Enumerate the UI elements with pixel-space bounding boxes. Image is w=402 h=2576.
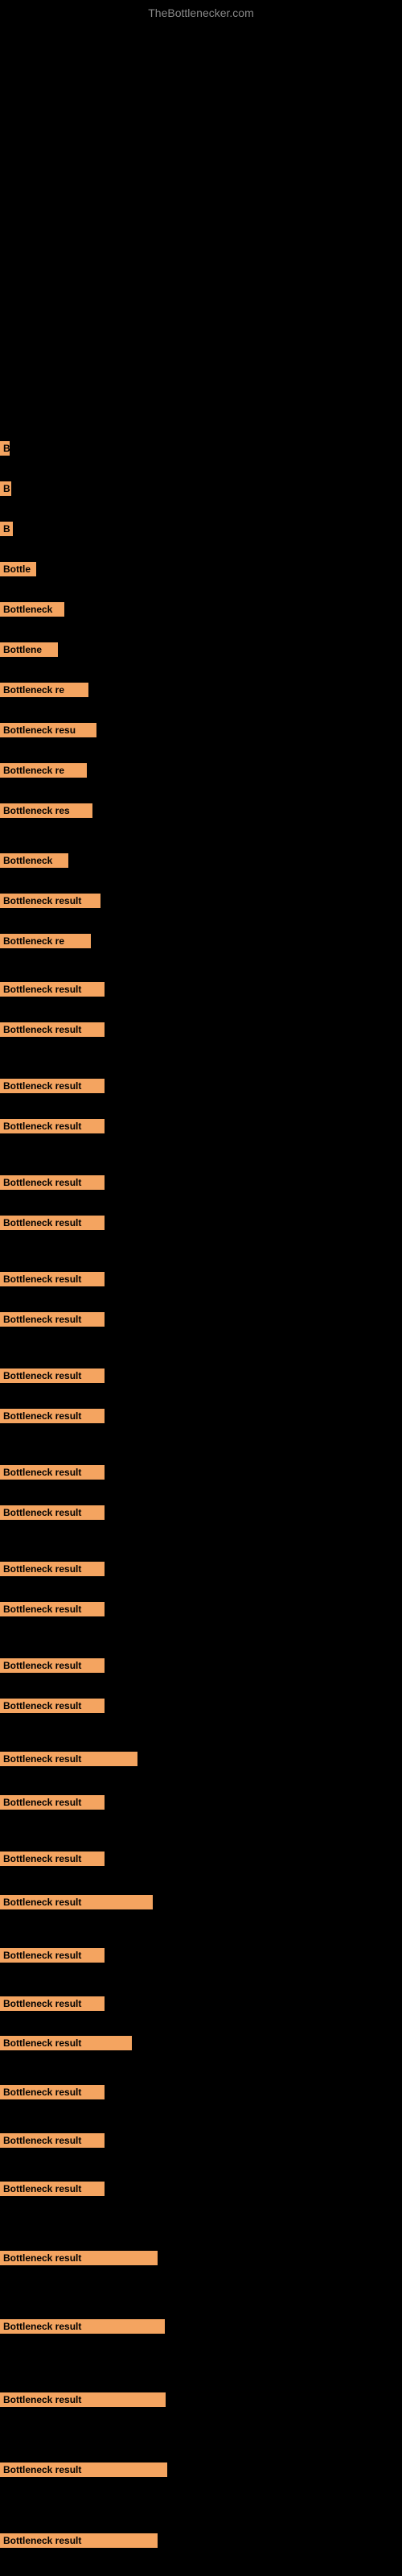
bar-item: Bottleneck result: [0, 1312, 105, 1327]
bar-item: Bottleneck re: [0, 683, 88, 697]
bar-label: Bottleneck result: [0, 1948, 105, 1963]
bar-item: Bottleneck result: [0, 1996, 105, 2011]
bar-item: Bottleneck res: [0, 803, 92, 818]
bar-item: Bottleneck result: [0, 1658, 105, 1673]
bar-label: B: [0, 522, 13, 536]
bar-item: Bottleneck result: [0, 982, 105, 997]
bar-label: Bottlene: [0, 642, 58, 657]
bar-item: Bottleneck result: [0, 1079, 105, 1093]
bar-item: Bottleneck result: [0, 2462, 167, 2477]
bar-label: Bottleneck result: [0, 1272, 105, 1286]
bar-label: Bottleneck: [0, 602, 64, 617]
bar-label: Bottleneck result: [0, 1505, 105, 1520]
bar-label: Bottleneck result: [0, 1895, 153, 1909]
bar-item: Bottleneck result: [0, 1852, 105, 1866]
bar-label: Bottleneck result: [0, 1022, 105, 1037]
bar-item: Bottleneck result: [0, 1022, 105, 1037]
bar-label: Bottleneck result: [0, 2462, 167, 2477]
bar-item: Bottleneck resu: [0, 723, 96, 737]
bar-label: Bottleneck result: [0, 1852, 105, 1866]
bar-item: Bottleneck result: [0, 1795, 105, 1810]
bar-item: Bottleneck result: [0, 1699, 105, 1713]
bar-item: Bottleneck: [0, 602, 64, 617]
bar-label: Bottleneck result: [0, 1562, 105, 1576]
bar-item: Bottleneck result: [0, 1409, 105, 1423]
bar-label: Bottleneck result: [0, 1795, 105, 1810]
bar-item: Bottlene: [0, 642, 58, 657]
bar-label: Bottleneck result: [0, 2319, 165, 2334]
bar-label: Bottleneck result: [0, 1658, 105, 1673]
bar-item: Bottleneck result: [0, 1368, 105, 1383]
bar-label: Bottleneck result: [0, 1602, 105, 1616]
bar-label: Bottleneck result: [0, 2036, 132, 2050]
bar-item: Bottleneck result: [0, 2182, 105, 2196]
bar-item: Bottleneck result: [0, 2251, 158, 2265]
bar-label: Bottleneck result: [0, 1216, 105, 1230]
bar-item: Bottleneck result: [0, 1119, 105, 1133]
bar-label: Bottleneck result: [0, 2251, 158, 2265]
bar-label: Bottleneck: [0, 853, 68, 868]
bar-item: Bottleneck result: [0, 2133, 105, 2148]
bar-item: Bottleneck re: [0, 934, 91, 948]
bar-label: B: [0, 481, 11, 496]
bar-label: Bottleneck result: [0, 1996, 105, 2011]
bar-item: Bottleneck result: [0, 1465, 105, 1480]
bar-label: Bottleneck result: [0, 1752, 137, 1766]
bar-item: Bottleneck result: [0, 2319, 165, 2334]
bar-label: Bottleneck result: [0, 982, 105, 997]
bar-item: Bottleneck result: [0, 1602, 105, 1616]
bar-label: Bottleneck res: [0, 803, 92, 818]
bar-label: Bottleneck result: [0, 1699, 105, 1713]
bar-label: Bottleneck result: [0, 1079, 105, 1093]
bar-item: Bottleneck result: [0, 1895, 153, 1909]
bar-label: Bottleneck result: [0, 1409, 105, 1423]
bar-label: Bottleneck result: [0, 1465, 105, 1480]
bar-label: Bottleneck result: [0, 2182, 105, 2196]
bar-item: Bottleneck: [0, 853, 68, 868]
bar-item: Bottleneck result: [0, 1752, 137, 1766]
bar-label: Bottleneck re: [0, 763, 87, 778]
bar-label: Bottleneck re: [0, 934, 91, 948]
bar-label: Bottleneck re: [0, 683, 88, 697]
bar-item: Bottleneck result: [0, 2392, 166, 2407]
bar-label: Bottleneck result: [0, 894, 100, 908]
bar-label: Bottleneck result: [0, 1368, 105, 1383]
bar-item: Bottleneck re: [0, 763, 87, 778]
bar-label: Bottleneck result: [0, 2085, 105, 2099]
bar-label: Bottleneck result: [0, 2133, 105, 2148]
bar-label: Bottleneck resu: [0, 723, 96, 737]
bar-item: B: [0, 441, 10, 456]
bar-label: B: [0, 441, 10, 456]
bar-item: Bottleneck result: [0, 2085, 105, 2099]
bar-item: B: [0, 481, 11, 496]
bar-label: Bottleneck result: [0, 2392, 166, 2407]
bar-item: B: [0, 522, 13, 536]
bar-item: Bottle: [0, 562, 36, 576]
bar-item: Bottleneck result: [0, 2036, 132, 2050]
bar-label: Bottleneck result: [0, 1119, 105, 1133]
site-title: TheBottlenecker.com: [148, 6, 254, 19]
bar-item: Bottleneck result: [0, 1948, 105, 1963]
bar-item: Bottleneck result: [0, 1216, 105, 1230]
bar-item: Bottleneck result: [0, 2533, 158, 2548]
bar-item: Bottleneck result: [0, 1505, 105, 1520]
bar-label: Bottleneck result: [0, 1175, 105, 1190]
bar-label: Bottle: [0, 562, 36, 576]
bar-item: Bottleneck result: [0, 894, 100, 908]
bar-label: Bottleneck result: [0, 1312, 105, 1327]
bar-item: Bottleneck result: [0, 1562, 105, 1576]
bar-label: Bottleneck result: [0, 2533, 158, 2548]
bar-item: Bottleneck result: [0, 1175, 105, 1190]
bar-item: Bottleneck result: [0, 1272, 105, 1286]
